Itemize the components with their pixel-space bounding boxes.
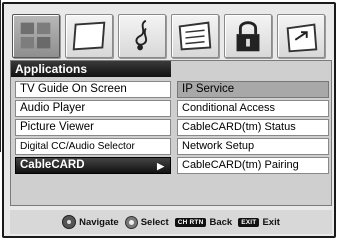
exit-key-icon: EXIT <box>238 217 260 227</box>
legend-exit-label: Exit <box>262 216 280 228</box>
ch-rtn-key-icon: CH RTN <box>174 217 207 227</box>
menu-item-audio-player[interactable]: Audio Player <box>15 100 171 117</box>
navigate-dpad-icon <box>62 215 77 229</box>
submenu-item-network-setup[interactable]: Network Setup <box>177 138 329 155</box>
legend-select: Select <box>124 215 169 229</box>
audio-tile-icon[interactable] <box>118 14 166 58</box>
lock-tile-icon[interactable] <box>224 14 272 58</box>
cablecard-submenu: IP Service Conditional Access CableCARD(… <box>177 81 329 176</box>
select-button-icon <box>124 215 138 229</box>
applications-list: TV Guide On Screen Audio Player Picture … <box>15 81 171 176</box>
preferences-tile-icon[interactable] <box>171 14 219 58</box>
submenu-item-cablecard-status[interactable]: CableCARD(tm) Status <box>177 119 329 136</box>
legend-navigate-label: Navigate <box>79 216 119 228</box>
submenu-item-cablecard-pairing[interactable]: CableCARD(tm) Pairing <box>177 157 329 174</box>
button-legend-bar: Navigate Select CH RTN Back EXIT Exit <box>10 210 332 234</box>
legend-navigate: Navigate <box>62 215 119 229</box>
legend-select-label: Select <box>140 216 169 228</box>
menu-item-cablecard-label: CableCARD <box>20 159 85 171</box>
menu-item-picture-viewer[interactable]: Picture Viewer <box>15 119 171 136</box>
menu-item-cablecard[interactable]: CableCARD ▶ <box>15 157 171 174</box>
page-edge-line <box>0 0 1 152</box>
menu-item-tv-guide[interactable]: TV Guide On Screen <box>15 81 171 98</box>
legend-back: CH RTN Back <box>174 216 233 228</box>
menu-icon-row <box>12 14 330 60</box>
submenu-item-conditional-access[interactable]: Conditional Access <box>177 100 329 117</box>
right-arrow-icon: ▶ <box>157 161 164 171</box>
menu-item-digital-cc-audio[interactable]: Digital CC/Audio Selector <box>15 138 171 155</box>
applications-menu-panel: Applications TV Guide On Screen Audio Pl… <box>10 60 332 206</box>
picture-tile-icon[interactable] <box>65 14 113 58</box>
panel-title: Applications <box>11 61 171 77</box>
tv-menu-screen: Applications TV Guide On Screen Audio Pl… <box>2 2 336 238</box>
applications-tile-icon[interactable] <box>277 14 325 58</box>
submenu-item-ip-service[interactable]: IP Service <box>177 81 329 98</box>
setup-tile-icon[interactable] <box>12 14 60 58</box>
legend-exit: EXIT Exit <box>238 217 280 228</box>
legend-back-label: Back <box>209 216 233 228</box>
